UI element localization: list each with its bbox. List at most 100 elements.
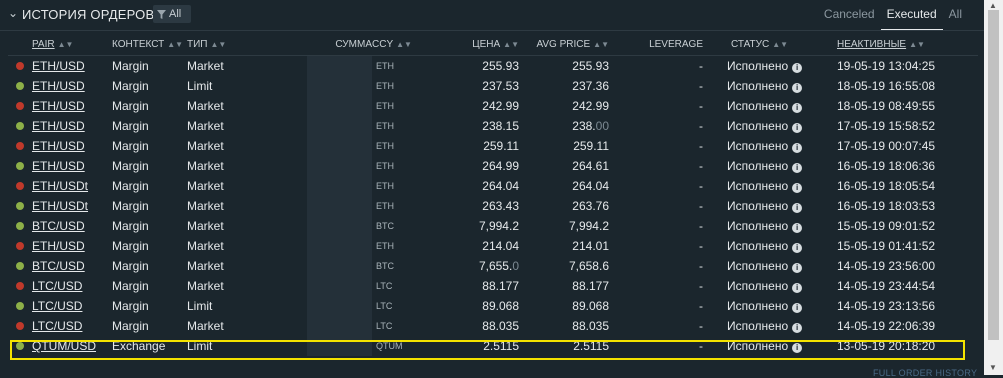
type-cell: Market — [187, 139, 224, 153]
amount-cell-blurred — [307, 156, 372, 176]
info-icon[interactable]: i — [792, 243, 803, 253]
pair-link[interactable]: BTC/USD — [32, 259, 85, 273]
sort-icon: ▲▼ — [57, 39, 74, 49]
info-icon[interactable]: i — [792, 83, 803, 93]
pair-link[interactable]: ETH/USD — [32, 139, 85, 153]
scrollbar[interactable]: ▲ ▼ — [984, 0, 1003, 375]
table-row[interactable]: ETH/USD Margin Limit ETH 237.53 237.36- Исполн… — [8, 76, 978, 96]
pair-link[interactable]: ETH/USD — [32, 59, 85, 73]
price-value: 89.068 — [482, 299, 519, 313]
info-icon[interactable]: i — [792, 223, 803, 233]
tab-canceled[interactable]: Canceled — [818, 0, 881, 30]
sort-icon: ▲▼ — [396, 39, 412, 49]
leverage-cell: - — [699, 319, 703, 333]
table-row[interactable]: ETH/USD Margin Market ETH 259.11 259.11- Испол… — [8, 136, 978, 156]
column-header-price[interactable]: ЦЕНА ▲▼ — [432, 33, 519, 56]
avg-price-value: 89.068 — [572, 299, 609, 313]
scroll-thumb[interactable] — [988, 10, 999, 340]
info-icon[interactable]: i — [792, 303, 803, 313]
table-row[interactable]: ETH/USD Margin Market ETH 255.93 255.93- Испол… — [8, 55, 978, 77]
table-row[interactable]: LTC/USD Margin Market LTC 88.177 88.177- Испол… — [8, 276, 978, 296]
status-cell: Исполнено i — [703, 336, 825, 356]
pair-link[interactable]: LTC/USD — [32, 319, 82, 333]
pair-link[interactable]: ETH/USDt — [32, 179, 88, 193]
info-icon[interactable]: i — [792, 183, 803, 193]
pair-link[interactable]: ETH/USD — [32, 79, 85, 93]
column-header-inactive[interactable]: НЕАКТИВНЫЕ ▲▼ — [825, 33, 978, 56]
pair-cell: LTC/USD — [32, 296, 112, 316]
info-icon[interactable]: i — [792, 323, 803, 333]
amount-cell-blurred — [307, 176, 372, 196]
side-cell — [8, 276, 32, 296]
pair-link[interactable]: ETH/USD — [32, 159, 85, 173]
status-cell: Исполнено i — [703, 156, 825, 176]
pair-link[interactable]: ETH/USD — [32, 119, 85, 133]
type-cell: Market — [187, 319, 224, 333]
info-icon[interactable]: i — [792, 163, 803, 173]
info-icon[interactable]: i — [792, 123, 803, 133]
pair-link[interactable]: ETH/USD — [32, 99, 85, 113]
column-header-context[interactable]: КОНТЕКСТ ▲▼ — [112, 33, 187, 56]
chevron-down-icon[interactable]: ⌄ — [8, 6, 22, 20]
info-icon[interactable]: i — [792, 263, 803, 273]
side-indicator-dot — [16, 222, 24, 230]
info-icon[interactable]: i — [792, 343, 803, 353]
side-cell — [8, 256, 32, 276]
price-value: 88.177 — [482, 279, 519, 293]
info-icon[interactable]: i — [792, 203, 803, 213]
table-row[interactable]: BTC/USD Margin Market BTC 7,655.0 7,658.6- Исп… — [8, 256, 978, 276]
scroll-down-icon[interactable]: ▼ — [989, 363, 997, 372]
pair-link[interactable]: LTC/USD — [32, 279, 82, 293]
leverage-cell: - — [699, 79, 703, 93]
amount-cell-blurred — [307, 55, 372, 76]
table-row[interactable]: LTC/USD Margin Market LTC 88.035 88.035- Испол… — [8, 316, 978, 336]
info-icon[interactable]: i — [792, 283, 803, 293]
side-indicator-dot — [16, 162, 24, 170]
table-row[interactable]: ETH/USD Margin Market ETH 214.04 214.01- Испол… — [8, 236, 978, 256]
pair-link[interactable]: ETH/USDt — [32, 199, 88, 213]
status-cell: Исполнено i — [703, 236, 825, 256]
table-row[interactable]: LTC/USD Margin Limit LTC 89.068 89.068- Исполн… — [8, 296, 978, 316]
avg-price-value: 242.99 — [572, 99, 609, 113]
info-icon[interactable]: i — [792, 63, 803, 73]
table-row[interactable]: ETH/USD Margin Market ETH 238.15 238.00- Испол… — [8, 116, 978, 136]
avg-price-cell: 7,994.2 — [519, 216, 609, 236]
status-text: Исполнено — [727, 279, 789, 293]
amount-cell-blurred — [307, 216, 372, 236]
column-header-ccy[interactable]: CCY ▲▼ — [372, 33, 432, 56]
avg-price-cell: 238.00 — [519, 116, 609, 136]
pair-link[interactable]: LTC/USD — [32, 299, 82, 313]
info-icon[interactable]: i — [792, 143, 803, 153]
column-header-type[interactable]: ТИП ▲▼ — [187, 33, 307, 56]
pair-link[interactable]: ETH/USD — [32, 239, 85, 253]
amount-cell-blurred — [307, 316, 372, 336]
table-row[interactable]: ETH/USD Margin Market ETH 242.99 242.99- Испол… — [8, 96, 978, 116]
pair-link[interactable]: BTC/USD — [32, 219, 85, 233]
table-row[interactable]: ETH/USDt Margin Market ETH 264.04 264.04- Испо… — [8, 176, 978, 196]
side-cell — [8, 56, 32, 77]
context-cell: Margin — [112, 259, 149, 273]
filter-button[interactable]: All — [153, 5, 191, 23]
column-header-status[interactable]: СТАТУС ▲▼ — [703, 33, 825, 56]
sort-icon: ▲▼ — [167, 39, 184, 49]
status-cell: Исполнено i — [703, 296, 825, 316]
avg-price-value: 7,994.2 — [568, 219, 609, 233]
column-header-pair[interactable]: PAIR ▲▼ — [32, 33, 112, 56]
full-order-history-link[interactable]: FULL ORDER HISTORY — [873, 368, 977, 378]
table-row[interactable]: ETH/USDt Margin Market ETH 263.43 263.76- Испо… — [8, 196, 978, 216]
table-row[interactable]: ETH/USD Margin Market ETH 264.99 264.61- Испол… — [8, 156, 978, 176]
column-header-amount[interactable]: СУММА — [307, 33, 372, 56]
table-row[interactable]: QTUM/USD Exchange Limit QTUM 2.5115 2.5115- Ис… — [8, 336, 978, 356]
info-icon[interactable]: i — [792, 103, 803, 113]
type-cell: Market — [187, 219, 224, 233]
scroll-up-icon[interactable]: ▲ — [989, 1, 997, 10]
tab-all[interactable]: All — [943, 0, 968, 30]
table-row[interactable]: BTC/USD Margin Market BTC 7,994.2 7,994.2- Исп… — [8, 216, 978, 236]
avg-price-value: 88.177 — [572, 279, 609, 293]
inactive-date-cell: 16-05-19 18:03:53 — [837, 199, 936, 213]
side-indicator-dot — [16, 102, 24, 110]
tab-executed[interactable]: Executed — [880, 0, 943, 30]
column-header-avg-price[interactable]: AVG PRICE ▲▼ — [519, 33, 609, 56]
side-indicator-dot — [16, 282, 24, 290]
pair-link[interactable]: QTUM/USD — [32, 339, 96, 353]
